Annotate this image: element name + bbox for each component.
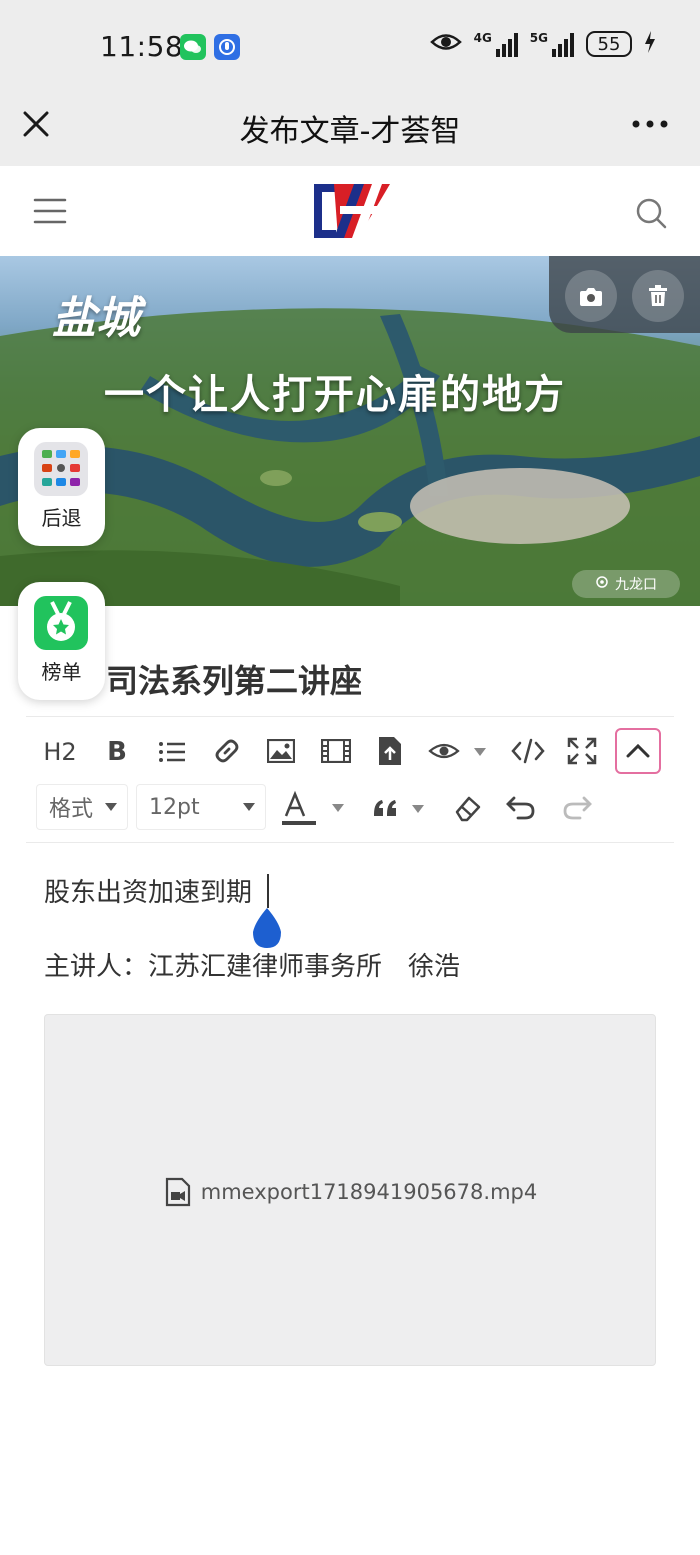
wechat-icon [180,34,206,60]
video-button[interactable] [320,736,352,766]
undo-icon [506,796,535,820]
search-icon [636,198,667,229]
redo-icon [563,796,592,820]
blockquote-button[interactable] [370,792,430,826]
signal-5g-icon: 5G [530,31,574,57]
quote-icon [374,800,424,816]
battery-indicator: 55 [586,31,632,57]
divider [26,842,674,843]
file-upload-icon [379,737,401,765]
site-navbar [0,166,700,256]
video-filename: mmexport1718941905678.mp4 [200,1180,538,1204]
eye-preview-icon [428,743,486,759]
site-logo[interactable] [310,180,392,242]
status-bar: 11:58 4G 5G 55 [0,0,700,88]
article-title-input[interactable]: 司法系列第二讲座 [106,656,362,702]
font-size-value: 12pt [149,794,200,820]
banner-title: 一个让人打开心扉的地方 [104,371,566,418]
delete-cover-button[interactable] [632,270,684,322]
search-button[interactable] [634,196,668,230]
medal-icon [34,596,88,650]
status-time: 11:58 [100,30,184,63]
status-indicators: 4G 5G 55 [429,30,656,58]
chevron-up-icon [626,743,650,758]
code-button[interactable] [510,736,546,766]
chevron-down-icon [243,803,255,811]
charging-icon [644,30,656,58]
redo-button[interactable] [560,792,594,824]
format-select[interactable]: 格式 [36,784,128,830]
list-button[interactable] [156,736,188,768]
signal-4g-icon: 4G [474,31,518,57]
banner-title-small: 盐城 [52,293,140,344]
fullscreen-icon [567,737,597,765]
code-icon [511,738,545,764]
heading-button[interactable]: H2 [40,734,80,770]
image-button[interactable] [266,736,296,766]
location-tag: 九龙口 [572,570,680,598]
video-file-icon [165,1177,190,1207]
video-attachment[interactable]: mmexport1718941905678.mp4 [44,1014,656,1366]
location-icon [595,575,609,593]
font-size-select[interactable]: 12pt [136,784,266,830]
text-color-button[interactable] [280,790,350,828]
paragraph[interactable]: 主讲人：江苏汇建律师事务所 徐浩 [44,946,460,983]
trash-icon [649,285,667,306]
divider [26,716,674,717]
link-icon [215,739,239,763]
menu-button[interactable] [32,194,68,228]
webview-header: 发布文章-才荟智 [0,88,700,166]
eye-icon [429,31,462,57]
clear-format-button[interactable] [452,792,482,824]
format-select-value: 格式 [49,797,94,822]
film-icon [321,739,351,763]
change-cover-button[interactable] [565,270,617,322]
cover-image-tools [549,256,700,333]
camera-icon [580,288,602,306]
ranking-label: 榜单 [41,660,82,684]
location-tag-label: 九龙口 [615,577,657,593]
hamburger-icon [33,198,67,224]
image-icon [267,739,295,763]
undo-button[interactable] [504,792,538,824]
back-float-button[interactable]: 后退 [18,428,105,546]
bullet-list-icon [159,742,185,762]
more-icon [632,120,668,128]
bold-button[interactable]: B [102,734,132,770]
text-cursor [267,874,269,908]
back-label: 后退 [41,506,82,530]
editor-toolbar: H2 B 格式 12pt [26,724,674,842]
page-title: 发布文章-才荟智 [239,114,461,149]
file-upload-button[interactable] [376,734,404,768]
paragraph[interactable]: 股东出资加速到期 [44,872,252,909]
video-attachment-label: mmexport1718941905678.mp4 [45,1177,657,1207]
more-options-button[interactable] [630,108,670,140]
app-notification-icon [214,34,240,60]
app-folder-icon [34,442,88,496]
chevron-down-icon [105,803,117,811]
collapse-toolbar-button[interactable] [615,728,661,774]
preview-button[interactable] [428,736,490,766]
text-color-icon [282,790,344,825]
cursor-handle-icon [253,908,281,948]
text-selection-handle[interactable] [249,906,285,950]
link-button[interactable] [210,734,244,768]
fullscreen-button[interactable] [566,736,598,766]
eraser-icon [455,796,481,822]
ranking-float-button[interactable]: 榜单 [18,582,105,700]
